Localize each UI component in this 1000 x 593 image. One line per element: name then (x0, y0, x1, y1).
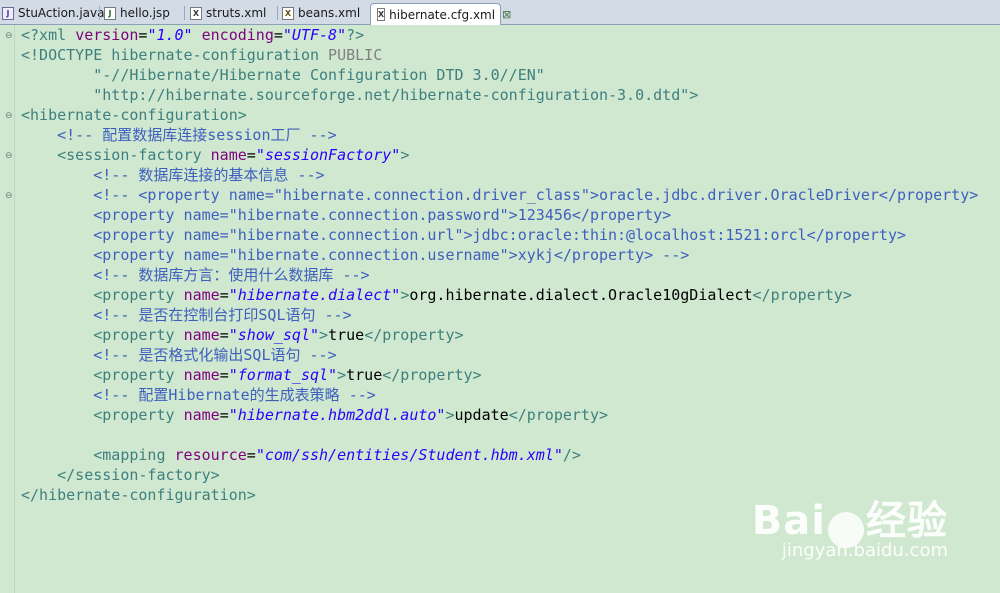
tab-beans-xml[interactable]: X beans.xml (282, 2, 360, 24)
code-line-property-hbm2ddl: <property name="hibernate.hbm2ddl.auto">… (21, 406, 609, 424)
code-line-dtd-url: "http://hibernate.sourceforge.net/hibern… (21, 86, 699, 104)
tab-hello-jsp[interactable]: J hello.jsp (104, 2, 170, 24)
baidu-jingyan-watermark: Bai 经验 jingyan.baidu.com (751, 488, 948, 561)
tab-label: beans.xml (298, 6, 361, 20)
xml-file-icon: X (377, 8, 386, 21)
tab-label: struts.xml (206, 6, 267, 20)
xml-file-icon: X (190, 6, 202, 20)
code-line-session-factory-open: <session-factory name="sessionFactory"> (21, 146, 410, 164)
watermark-logo-text: Bai (751, 498, 826, 544)
editor-tab-bar: J StuAction.java J hello.jsp X struts.xm… (0, 0, 1000, 25)
watermark-logo-text: 经验 (866, 498, 948, 544)
code-line-commented-property: <property name="hibernate.connection.url… (21, 226, 907, 244)
tab-struts-xml[interactable]: X struts.xml (190, 2, 266, 24)
code-line-commented-property: <!-- <property name="hibernate.connectio… (21, 186, 979, 204)
code-line-property-show-sql: <property name="show_sql">true</property… (21, 326, 464, 344)
java-file-icon: J (2, 6, 14, 20)
fold-marker-icon[interactable]: ⊖ (5, 191, 13, 201)
code-line-root-open: <hibernate-configuration> (21, 106, 247, 124)
code-line-comment: <!-- 配置数据库连接session工厂 --> (21, 126, 337, 144)
code-line-root-close: </hibernate-configuration> (21, 486, 256, 504)
fold-marker-icon[interactable]: ⊖ (5, 31, 13, 41)
tab-label: hibernate.cfg.xml (389, 7, 496, 22)
editor-gutter: ⊖ ⊖ ⊖ ⊖ (0, 25, 15, 593)
tab-label: hello.jsp (120, 6, 170, 20)
tab-stuaction-java[interactable]: J StuAction.java (2, 2, 104, 24)
code-line-commented-property: <property name="hibernate.connection.use… (21, 246, 690, 264)
beans-xml-file-icon: X (282, 6, 294, 20)
code-line-comment: <!-- 数据库方言：使用什么数据库 --> (21, 266, 370, 284)
watermark-url: jingyan.baidu.com (781, 540, 948, 561)
code-line-comment: <!-- 配置Hibernate的生成表策略 --> (21, 386, 376, 404)
code-line-commented-property: <property name="hibernate.connection.pas… (21, 206, 672, 224)
code-line-comment: <!-- 是否格式化输出SQL语句 --> (21, 346, 337, 364)
tab-separator (99, 6, 100, 20)
tab-hibernate-cfg-xml[interactable]: X hibernate.cfg.xml ⊠ (370, 3, 511, 25)
code-line-comment: <!-- 数据库连接的基本信息 --> (21, 166, 325, 184)
code-line-property-format-sql: <property name="format_sql">true</proper… (21, 366, 482, 384)
code-line-comment: <!-- 是否在控制台打印SQL语句 --> (21, 306, 352, 324)
fold-marker-icon[interactable]: ⊖ (5, 151, 13, 161)
close-tab-icon[interactable]: ⊠ (502, 8, 511, 21)
code-line-session-factory-close: </session-factory> (21, 466, 220, 484)
tab-separator (184, 6, 185, 20)
code-line-mapping: <mapping resource="com/ssh/entities/Stud… (21, 446, 581, 464)
code-line-xml-decl: <?xml version="1.0" encoding="UTF-8"?> (21, 26, 365, 44)
tab-label: StuAction.java (18, 6, 105, 20)
code-line-dtd-public-id: "-//Hibernate/Hibernate Configuration DT… (21, 66, 545, 84)
fold-marker-icon[interactable]: ⊖ (5, 111, 13, 121)
code-line-doctype: <!DOCTYPE hibernate-configuration PUBLIC (21, 46, 383, 64)
code-line-property-dialect: <property name="hibernate.dialect">org.h… (21, 286, 852, 304)
jsp-file-icon: J (104, 6, 116, 20)
tab-separator (277, 6, 278, 20)
